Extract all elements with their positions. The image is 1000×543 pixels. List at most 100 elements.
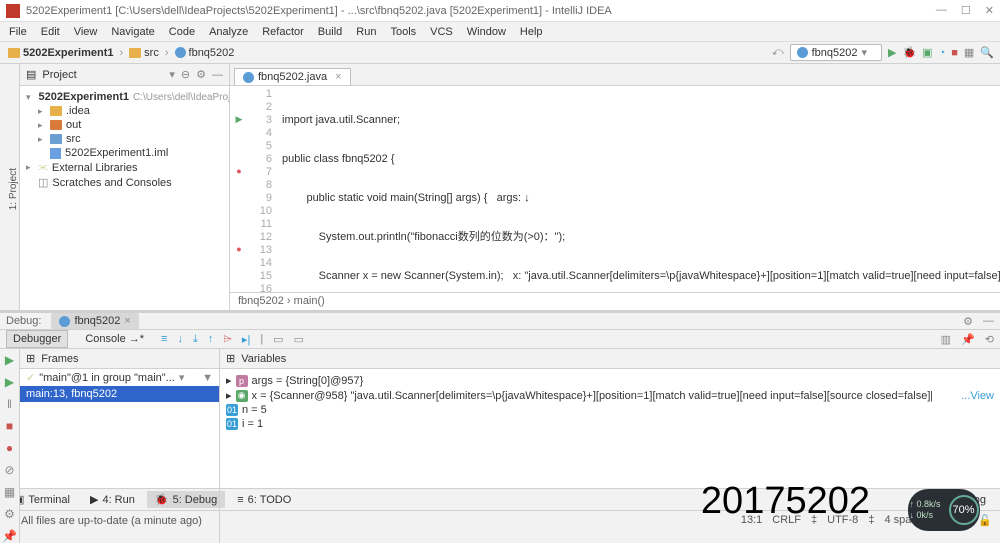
code-area[interactable]: ▶ ● ● 12345678910111213141516171819 impo…	[230, 86, 1000, 292]
tree-root-label: 5202Experiment1	[39, 91, 130, 103]
menu-code[interactable]: Code	[162, 26, 202, 38]
project-panel: ▤ Project ▾ ⊖ ⚙ — ▾5202Experiment1 C:\Us…	[20, 64, 230, 310]
menu-file[interactable]: File	[2, 26, 34, 38]
breadcrumb-src[interactable]: src	[127, 47, 161, 59]
project-tree: ▾5202Experiment1 C:\Users\dell\IdeaProje…	[20, 86, 229, 194]
menu-analyze[interactable]: Analyze	[202, 26, 255, 38]
pause-icon[interactable]: ‖	[7, 397, 12, 411]
tree-external-libs[interactable]: ▸⫘External Libraries	[20, 160, 229, 175]
profile-icon[interactable]: ◔	[939, 47, 946, 59]
editor-tabs: fbnq5202.java×	[230, 64, 1000, 86]
tree-scratches[interactable]: ◫Scratches and Consoles	[20, 175, 229, 190]
tree-root-path: C:\Users\dell\IdeaProjects\5202	[133, 92, 229, 103]
evaluate-icon[interactable]: ▭	[273, 333, 283, 346]
var-i[interactable]: 01i = 1	[226, 417, 994, 431]
window-title: 5202Experiment1 [C:\Users\dell\IdeaProje…	[26, 5, 936, 17]
step-out-icon[interactable]: ↑	[208, 333, 214, 345]
tool-project-tab[interactable]: 1: Project	[8, 168, 19, 210]
tree-node-out[interactable]: ▸out	[20, 118, 229, 132]
debug-panel: Debug: fbnq5202 × ⚙ — Debugger Console →…	[0, 310, 1000, 488]
layout-icon[interactable]: ▦	[964, 46, 974, 59]
tree-root[interactable]: ▾5202Experiment1 C:\Users\dell\IdeaProje…	[20, 90, 229, 104]
run-toolbar: ⤺ fbnq5202 ▾ ▶ 🐞 ▣ ◔ ■ ▦ 🔍	[772, 44, 994, 61]
layout-icon[interactable]: ▥	[941, 333, 951, 346]
step-into-icon[interactable]: ↓	[177, 333, 183, 345]
restore-icon[interactable]: ⟲	[985, 333, 994, 346]
menu-navigate[interactable]: Navigate	[104, 26, 161, 38]
menu-view[interactable]: View	[67, 26, 105, 38]
search-icon[interactable]: 🔍	[980, 46, 994, 59]
coverage-icon[interactable]: ▣	[922, 46, 932, 59]
tree-node-idea[interactable]: ▸.idea	[20, 104, 229, 118]
tree-node-src[interactable]: ▸src	[20, 132, 229, 146]
menu-window[interactable]: Window	[460, 26, 513, 38]
tree-label: .idea	[66, 105, 90, 117]
close-button[interactable]: ✕	[985, 4, 994, 17]
menu-refactor[interactable]: Refactor	[255, 26, 311, 38]
layout-icon[interactable]: ▦	[4, 485, 15, 499]
minimize-button[interactable]: —	[936, 4, 947, 17]
pin-icon[interactable]: 📌	[961, 333, 975, 346]
thread-selector[interactable]: ✓"main"@1 in group "main"...▾▼	[20, 369, 219, 386]
code-line: public static void main(String[] args) {…	[282, 192, 1000, 205]
editor-tab-fbnq5202[interactable]: fbnq5202.java×	[234, 68, 351, 85]
back-icon[interactable]: ⤺	[772, 46, 784, 59]
stop-icon[interactable]: ■	[951, 47, 958, 59]
debug-body: ▶ ▶ ‖ ■ ● ⊘ ▦ ⚙ 📌 ⊞Frames ✓"main"@1 in g…	[0, 349, 1000, 543]
close-tab-icon[interactable]: ×	[335, 71, 341, 83]
run-config-selector[interactable]: fbnq5202 ▾	[790, 44, 882, 61]
step-over-icon[interactable]: ≡	[161, 333, 167, 345]
window-titlebar: 5202Experiment1 [C:\Users\dell\IdeaProje…	[0, 0, 1000, 22]
more-icon[interactable]: ▭	[294, 333, 304, 346]
debugger-tab[interactable]: Debugger	[6, 330, 68, 348]
force-step-into-icon[interactable]: ⤓	[193, 333, 198, 346]
pin-icon[interactable]: 📌	[2, 529, 17, 543]
frame-icon: ⊞	[226, 352, 235, 365]
breadcrumb-file[interactable]: fbnq5202	[173, 47, 237, 59]
breadcrumb-file-label: fbnq5202	[189, 47, 235, 59]
dropdown-icon[interactable]: ▾	[169, 68, 175, 81]
editor-panel: fbnq5202.java× ▶ ● ● 1234567891011121314…	[230, 64, 1000, 310]
tree-label: External Libraries	[52, 162, 138, 174]
run-icon[interactable]: ▶	[888, 46, 896, 59]
menu-edit[interactable]: Edit	[34, 26, 67, 38]
menu-help[interactable]: Help	[513, 26, 550, 38]
resume-icon[interactable]: ▶	[5, 375, 14, 389]
menu-tools[interactable]: Tools	[383, 26, 423, 38]
hide-icon[interactable]: —	[983, 315, 994, 327]
run-to-cursor-icon[interactable]: ▸|	[242, 333, 250, 346]
var-args[interactable]: ▸pargs = {String[0]@957}	[226, 373, 994, 388]
debug-session-tab[interactable]: fbnq5202 ×	[51, 313, 138, 329]
stack-frame[interactable]: main:13, fbnq5202	[20, 386, 219, 402]
gear-icon[interactable]: ⚙	[196, 68, 206, 81]
tree-label: src	[66, 133, 81, 145]
class-icon	[175, 47, 186, 58]
collapse-icon[interactable]: ⊖	[181, 68, 190, 81]
view-link[interactable]: ...View	[961, 390, 994, 402]
stop-icon[interactable]: ■	[6, 419, 13, 433]
project-panel-title: Project	[42, 69, 76, 81]
hide-icon[interactable]: —	[212, 69, 223, 81]
console-tab[interactable]: Console →*	[78, 330, 151, 348]
var-n[interactable]: 01n = 5	[226, 403, 994, 417]
code-text[interactable]: import java.util.Scanner; public class f…	[278, 86, 1000, 292]
drop-frame-icon[interactable]: ⌲	[223, 333, 232, 346]
debug-title: Debug:	[6, 315, 41, 327]
maximize-button[interactable]: ☐	[961, 4, 971, 17]
gauge-pct: 70%	[953, 504, 975, 516]
gauge-circle: 70%	[949, 495, 979, 525]
project-panel-header: ▤ Project ▾ ⊖ ⚙ —	[20, 64, 229, 86]
settings-icon[interactable]: ⚙	[4, 507, 15, 521]
menu-build[interactable]: Build	[311, 26, 349, 38]
mute-bp-icon[interactable]: ⊘	[4, 463, 14, 477]
breadcrumb-project[interactable]: 5202Experiment1	[6, 47, 116, 59]
tree-node-iml[interactable]: 5202Experiment1.iml	[20, 146, 229, 160]
breakpoints-icon[interactable]: ●	[6, 441, 13, 455]
editor-breadcrumb[interactable]: fbnq5202 › main()	[230, 292, 1000, 310]
var-x[interactable]: ▸◉x = {Scanner@958} "java.util.Scanner[d…	[226, 388, 994, 403]
gear-icon[interactable]: ⚙	[963, 315, 973, 328]
rerun-icon[interactable]: ▶	[5, 353, 14, 367]
debug-icon[interactable]: 🐞	[902, 46, 916, 59]
menu-vcs[interactable]: VCS	[423, 26, 460, 38]
menu-run[interactable]: Run	[349, 26, 383, 38]
